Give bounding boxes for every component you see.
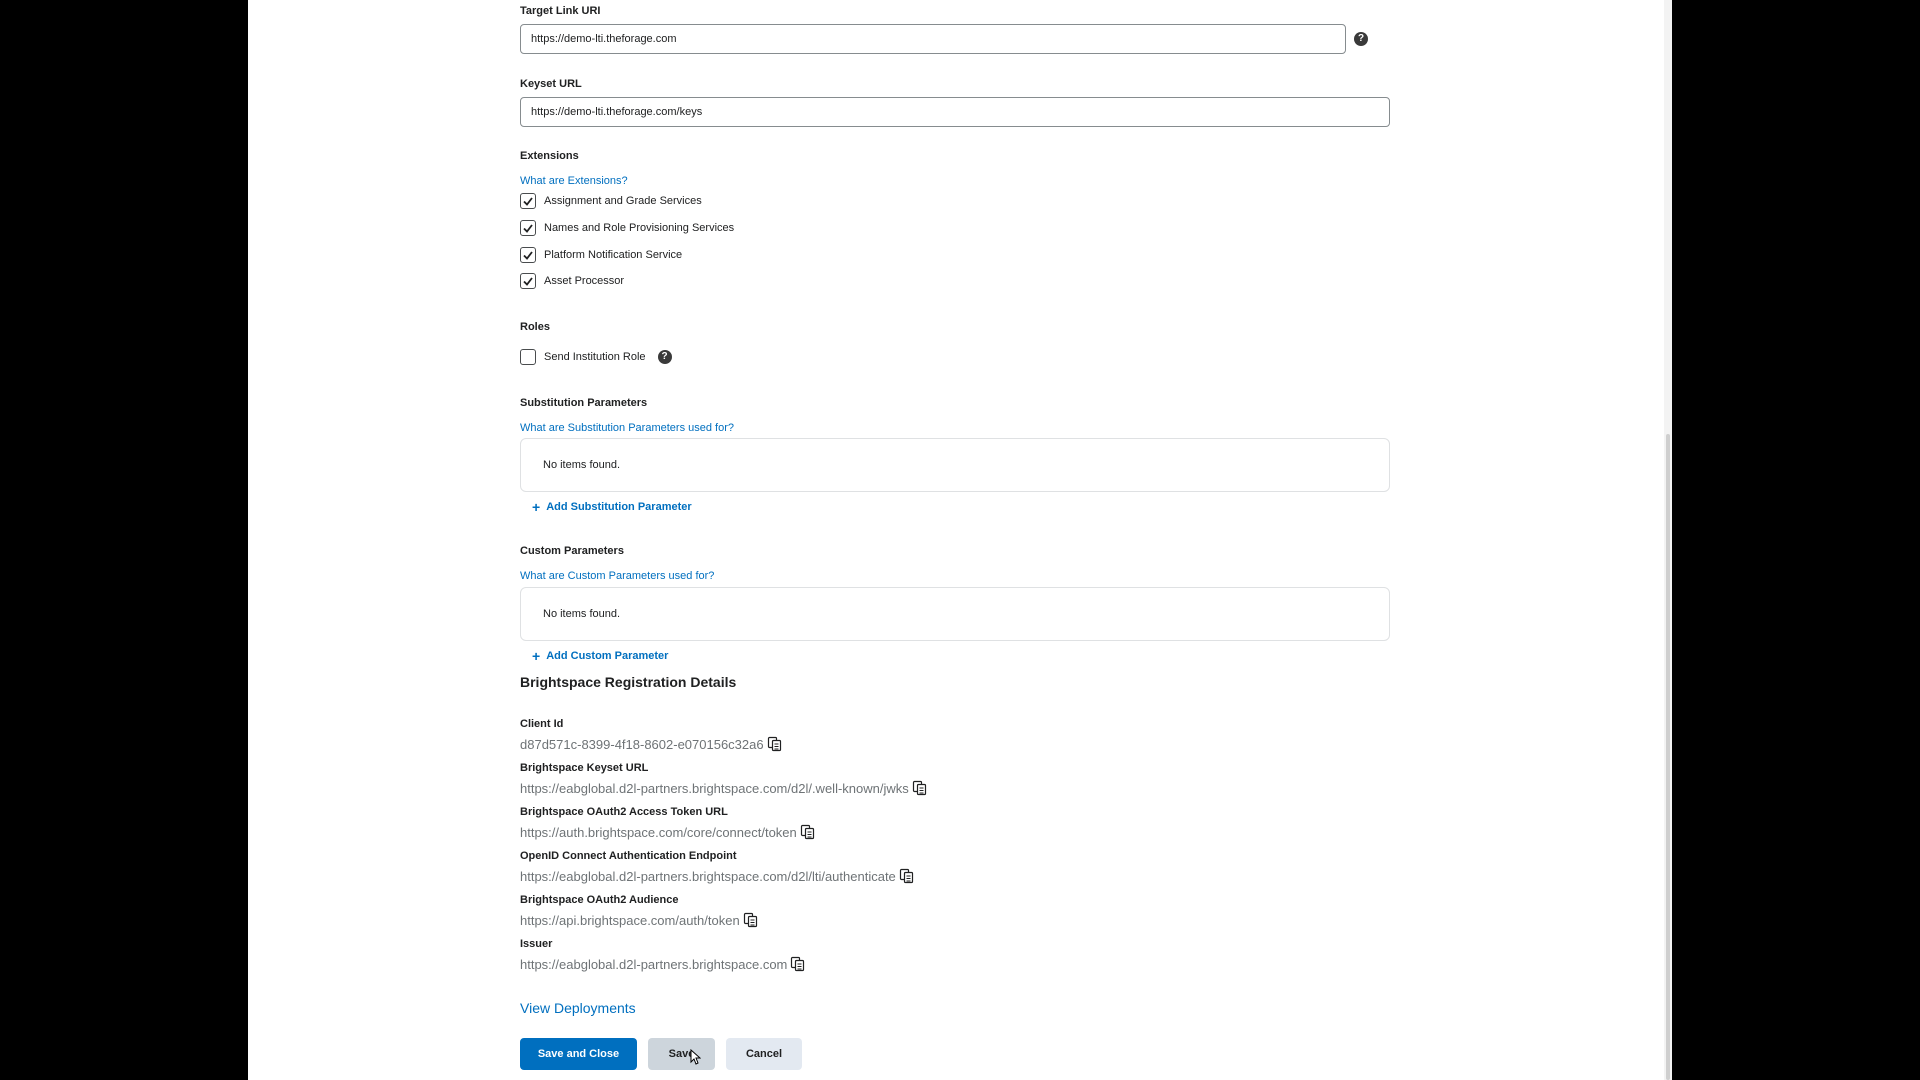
registration-field-value-text: https://api.brightspace.com/auth/token	[520, 912, 740, 928]
checkbox-label: Assignment and Grade Services	[544, 195, 702, 207]
registration-field-value: https://api.brightspace.com/auth/token	[520, 912, 759, 928]
content-panel	[248, 0, 1672, 1080]
registration-field-value: https://eabglobal.d2l-partners.brightspa…	[520, 868, 915, 884]
registration-field-label: Brightspace OAuth2 Access Token URL	[520, 806, 728, 818]
plus-icon: +	[532, 499, 541, 515]
send-institution-role[interactable]: Send Institution Role ?	[520, 347, 672, 367]
copy-icon[interactable]	[767, 736, 783, 752]
empty-message: No items found.	[543, 459, 621, 471]
checkbox-unchecked[interactable]	[520, 349, 536, 365]
substitution-params-label: Substitution Parameters	[520, 397, 648, 409]
registration-field-label: Brightspace OAuth2 Audience	[520, 894, 679, 906]
checkbox-label: Platform Notification Service	[544, 249, 683, 261]
extension-asset-processor[interactable]: Asset Processor	[520, 271, 624, 291]
copy-icon[interactable]	[800, 824, 816, 840]
registration-field-label: OpenID Connect Authentication Endpoint	[520, 850, 737, 862]
substitution-params-list: No items found.	[520, 438, 1390, 492]
check-icon	[523, 197, 533, 206]
registration-field-label: Brightspace Keyset URL	[520, 762, 649, 774]
roles-label: Roles	[520, 321, 550, 333]
registration-field-label: Client Id	[520, 718, 564, 730]
copy-icon[interactable]	[790, 956, 806, 972]
keyset-url-label: Keyset URL	[520, 78, 582, 90]
custom-params-label: Custom Parameters	[520, 545, 624, 557]
cancel-button[interactable]: Cancel	[726, 1038, 802, 1070]
registration-field-label: Issuer	[520, 938, 553, 950]
scrollbar-thumb[interactable]	[1666, 434, 1670, 1080]
add-substitution-parameter-button[interactable]: + Add Substitution Parameter	[532, 500, 692, 514]
checkbox-checked[interactable]	[520, 247, 536, 263]
what-are-custom-params-link[interactable]: What are Custom Parameters used for?	[520, 570, 714, 582]
help-icon[interactable]: ?	[1354, 32, 1368, 46]
registration-field-value: https://eabglobal.d2l-partners.brightspa…	[520, 956, 806, 972]
mouse-cursor-icon	[690, 1049, 701, 1065]
what-are-substitution-params-link[interactable]: What are Substitution Parameters used fo…	[520, 422, 734, 434]
keyset-url-input[interactable]: https://demo-lti.theforage.com/keys	[520, 97, 1390, 127]
check-icon	[523, 224, 533, 233]
plus-icon: +	[532, 648, 541, 664]
extension-assignment-grade[interactable]: Assignment and Grade Services	[520, 191, 702, 211]
check-icon	[523, 277, 533, 286]
checkbox-checked[interactable]	[520, 220, 536, 236]
copy-icon[interactable]	[912, 780, 928, 796]
custom-params-list: No items found.	[520, 587, 1390, 641]
extensions-label: Extensions	[520, 150, 579, 162]
save-button[interactable]: Save	[648, 1038, 715, 1070]
copy-icon[interactable]	[899, 868, 915, 884]
what-are-extensions-link[interactable]: What are Extensions?	[520, 175, 628, 187]
empty-message: No items found.	[543, 608, 621, 620]
registration-field-value-text: https://auth.brightspace.com/core/connec…	[520, 824, 797, 840]
extension-platform-notification[interactable]: Platform Notification Service	[520, 245, 682, 265]
extension-names-role[interactable]: Names and Role Provisioning Services	[520, 218, 734, 238]
checkbox-label: Send Institution Role	[544, 351, 646, 363]
view-deployments-link[interactable]: View Deployments	[520, 1000, 636, 1016]
target-link-label: Target Link URI	[520, 5, 601, 17]
target-link-input[interactable]: https://demo-lti.theforage.com	[520, 24, 1346, 54]
registration-field-value: https://eabglobal.d2l-partners.brightspa…	[520, 780, 928, 796]
registration-field-value: https://auth.brightspace.com/core/connec…	[520, 824, 816, 840]
save-and-close-button[interactable]: Save and Close	[520, 1038, 637, 1070]
help-icon[interactable]: ?	[657, 350, 672, 364]
check-icon	[523, 251, 533, 260]
checkbox-checked[interactable]	[520, 273, 536, 289]
registration-field-value-text: https://eabglobal.d2l-partners.brightspa…	[520, 868, 896, 884]
registration-details-heading: Brightspace Registration Details	[520, 674, 737, 690]
registration-field-value-text: d87d571c-8399-4f18-8602-e070156c32a6	[520, 736, 764, 752]
checkbox-label: Asset Processor	[544, 275, 625, 287]
registration-field-value-text: https://eabglobal.d2l-partners.brightspa…	[520, 780, 909, 796]
registration-field-value-text: https://eabglobal.d2l-partners.brightspa…	[520, 956, 788, 972]
checkbox-label: Names and Role Provisioning Services	[544, 222, 735, 234]
registration-field-value: d87d571c-8399-4f18-8602-e070156c32a6	[520, 736, 783, 752]
copy-icon[interactable]	[743, 912, 759, 928]
add-label: Add Substitution Parameter	[546, 501, 692, 513]
add-custom-parameter-button[interactable]: + Add Custom Parameter	[532, 649, 668, 663]
add-label: Add Custom Parameter	[546, 650, 669, 662]
checkbox-checked[interactable]	[520, 193, 536, 209]
